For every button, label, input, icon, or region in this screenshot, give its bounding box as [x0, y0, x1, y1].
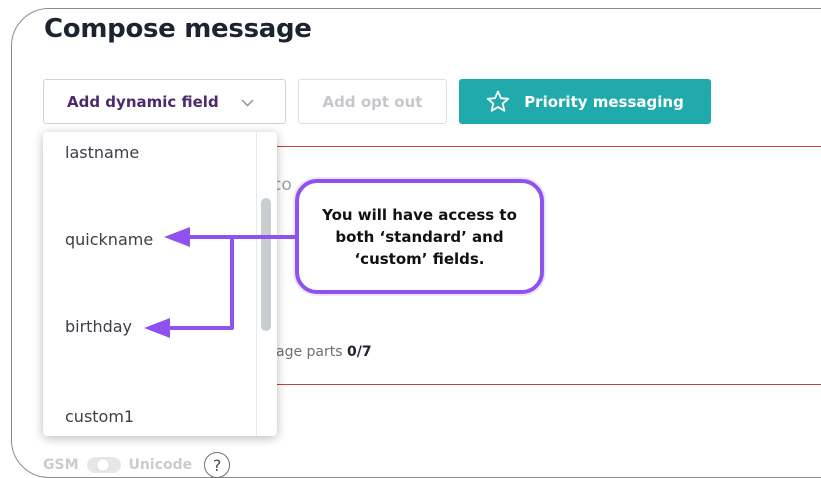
arrowhead-quickname: [164, 227, 190, 247]
callout-box: You will have access to both ‘standard’ …: [295, 179, 544, 294]
arrowhead-birthday: [144, 318, 170, 338]
arrow-to-birthday: [166, 237, 234, 330]
